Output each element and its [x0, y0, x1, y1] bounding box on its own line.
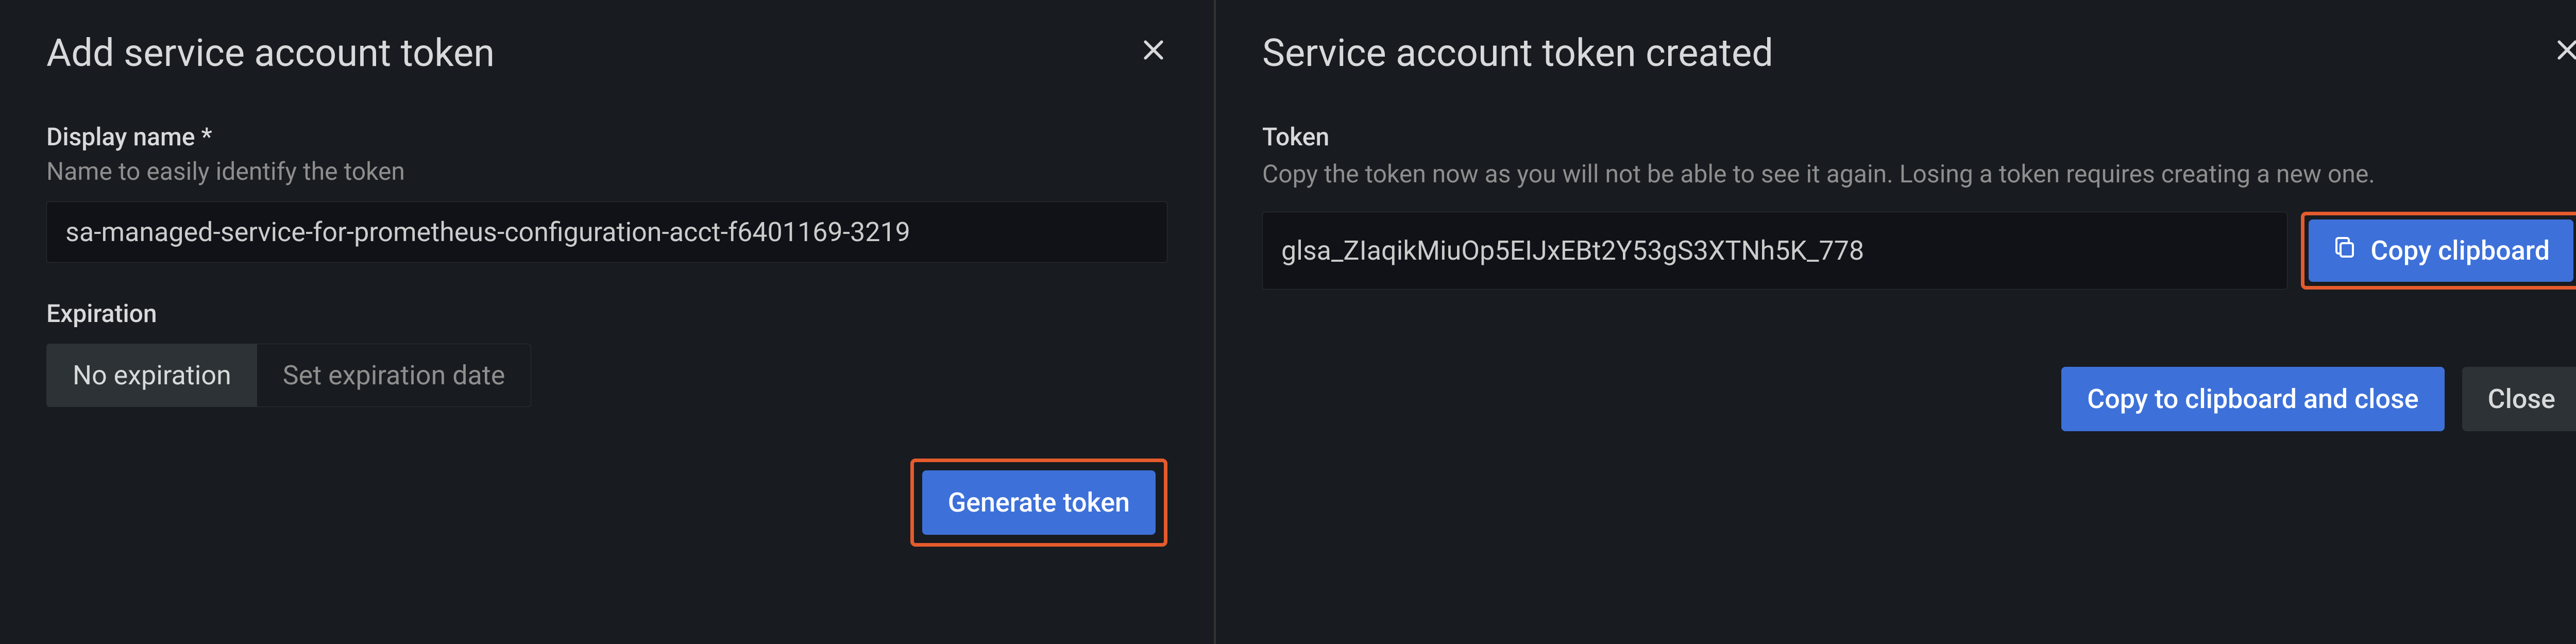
clipboard-icon	[2332, 235, 2357, 266]
display-name-input[interactable]	[46, 201, 1167, 263]
generate-token-button[interactable]: Generate token	[922, 470, 1156, 535]
token-created-dialog: Service account token created Token Copy…	[1216, 0, 2576, 644]
close-icon[interactable]	[1140, 36, 1167, 69]
expiration-label: Expiration	[46, 299, 1167, 328]
close-icon[interactable]	[2553, 36, 2576, 69]
token-field: Token Copy the token now as you will not…	[1262, 122, 2576, 290]
expiration-field: Expiration No expiration Set expiration …	[46, 299, 1167, 407]
set-expiration-option[interactable]: Set expiration date	[257, 344, 531, 406]
dialog-footer: Generate token	[46, 459, 1167, 547]
token-help: Copy the token now as you will not be ab…	[1262, 157, 2576, 191]
token-row: Copy clipboard	[1262, 212, 2576, 290]
copy-clipboard-button[interactable]: Copy clipboard	[2309, 219, 2573, 282]
add-token-dialog: Add service account token Display name *…	[0, 0, 1216, 644]
display-name-label: Display name *	[46, 122, 1167, 151]
copy-clipboard-label: Copy clipboard	[2370, 235, 2550, 266]
copy-highlight: Copy clipboard	[2301, 212, 2576, 290]
close-button[interactable]: Close	[2462, 367, 2576, 431]
dialog-footer: Copy to clipboard and close Close	[1262, 367, 2576, 431]
token-label: Token	[1262, 122, 2576, 151]
display-name-help: Name to easily identify the token	[46, 157, 1167, 186]
expiration-toggle: No expiration Set expiration date	[46, 344, 531, 407]
dialog-title: Add service account token	[46, 31, 1167, 76]
copy-and-close-button[interactable]: Copy to clipboard and close	[2061, 367, 2444, 431]
dialog-title: Service account token created	[1262, 31, 2576, 76]
no-expiration-option[interactable]: No expiration	[47, 344, 257, 406]
display-name-field: Display name * Name to easily identify t…	[46, 122, 1167, 263]
token-value-input[interactable]	[1262, 212, 2287, 290]
generate-highlight: Generate token	[910, 459, 1167, 547]
